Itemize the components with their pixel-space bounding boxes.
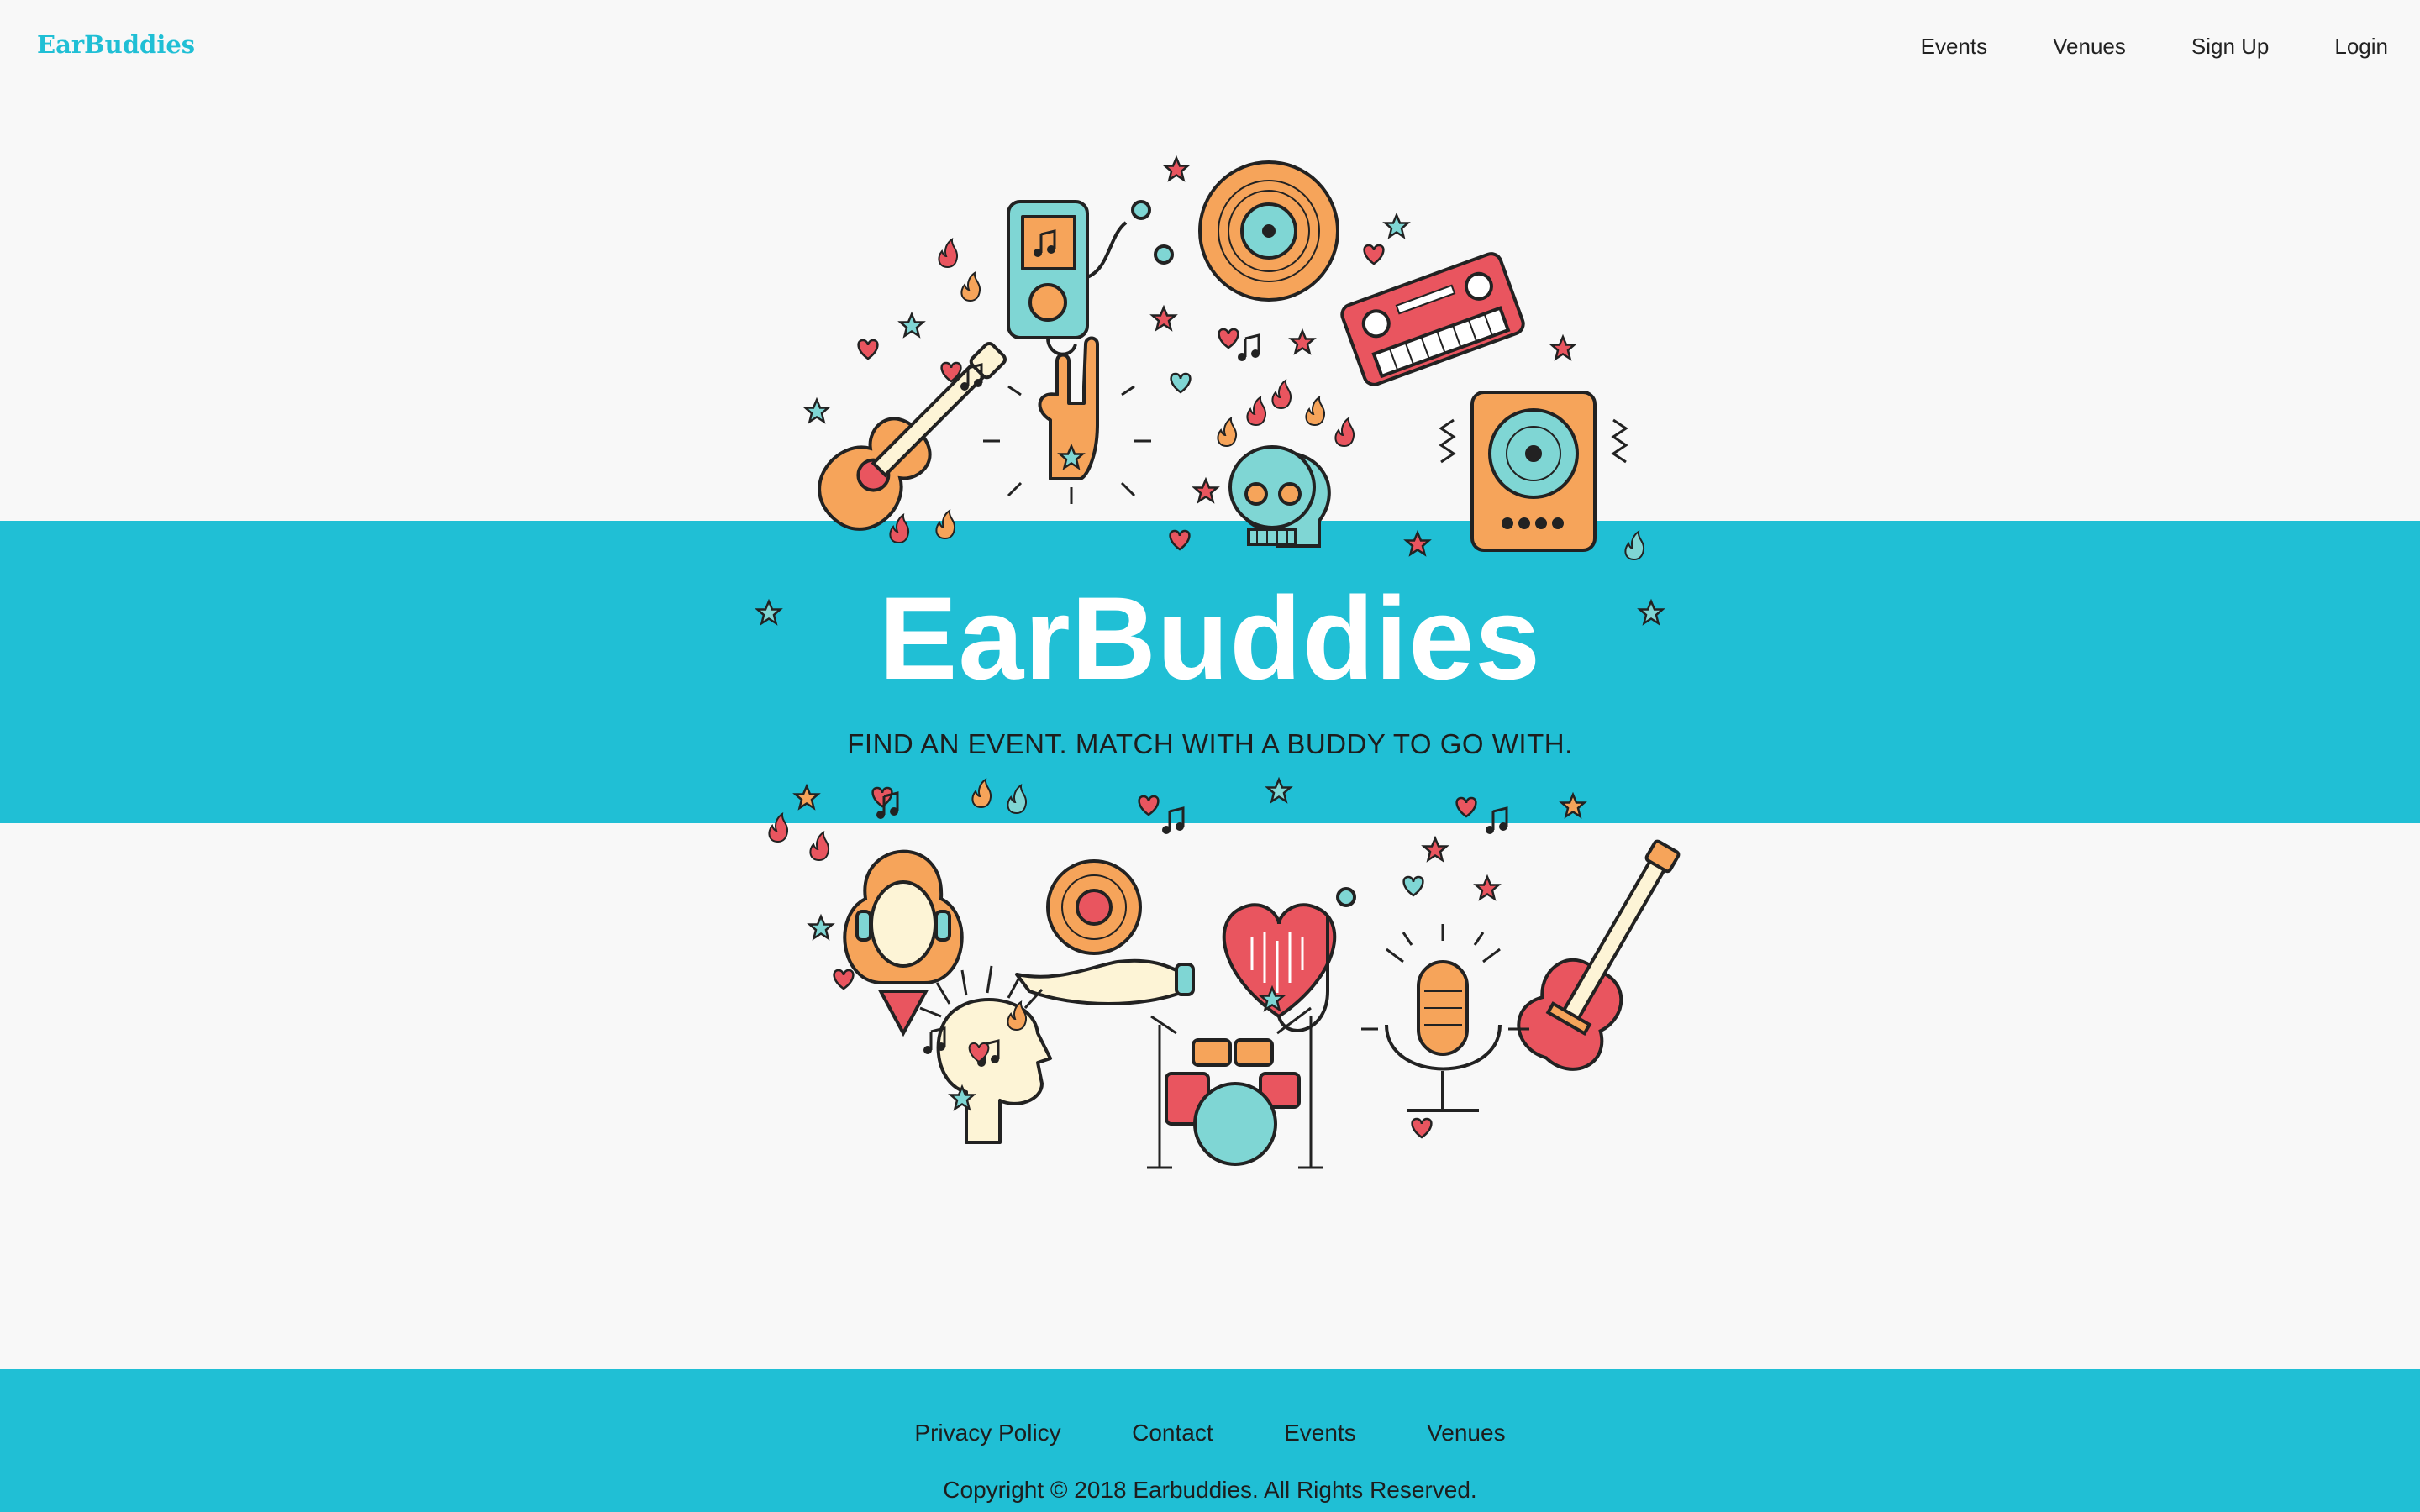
- speaker-icon: [1439, 391, 1628, 552]
- heart-icon: [1222, 887, 1356, 1032]
- woman-headphones-icon: [843, 849, 964, 1037]
- copyright-text: Copyright © 2018 Earbuddies. All Rights …: [943, 1477, 1477, 1503]
- skull-icon: [1228, 445, 1331, 548]
- footer: Privacy Policy Contact Events Venues Cop…: [0, 1369, 2420, 1512]
- brand-logo[interactable]: EarBuddies: [37, 30, 195, 59]
- hero-tagline: FIND AN EVENT. MATCH WITH A BUDDY TO GO …: [847, 728, 1573, 759]
- navbar: EarBuddies Events Venues Sign Up Login: [0, 0, 2420, 94]
- record-in-hand-icon: [1015, 859, 1195, 1005]
- electric-guitar-icon: [1517, 839, 1681, 1071]
- footer-link-privacy-policy[interactable]: Privacy Policy: [914, 1420, 1060, 1446]
- keyboard-synth-icon: [1340, 252, 1525, 386]
- footer-link-events[interactable]: Events: [1284, 1420, 1356, 1446]
- footer-link-contact[interactable]: Contact: [1132, 1420, 1213, 1446]
- nav-link-sign-up[interactable]: Sign Up: [2191, 30, 2270, 62]
- rock-hand-icon: [983, 336, 1151, 504]
- main-nav: Events Venues Sign Up Login: [1855, 30, 2388, 62]
- nav-link-venues[interactable]: Venues: [2053, 30, 2126, 62]
- music-player-icon: [1007, 200, 1174, 356]
- vinyl-record-icon: [1198, 160, 1339, 302]
- footer-nav: Privacy Policy Contact Events Venues: [0, 1420, 2420, 1446]
- microphone-icon: [1361, 924, 1529, 1112]
- nav-link-login[interactable]: Login: [2334, 30, 2388, 62]
- footer-link-venues[interactable]: Venues: [1427, 1420, 1505, 1446]
- nav-link-events[interactable]: Events: [1921, 30, 1988, 62]
- acoustic-guitar-icon: [818, 341, 1007, 531]
- hero-title: EarBuddies: [879, 572, 1541, 704]
